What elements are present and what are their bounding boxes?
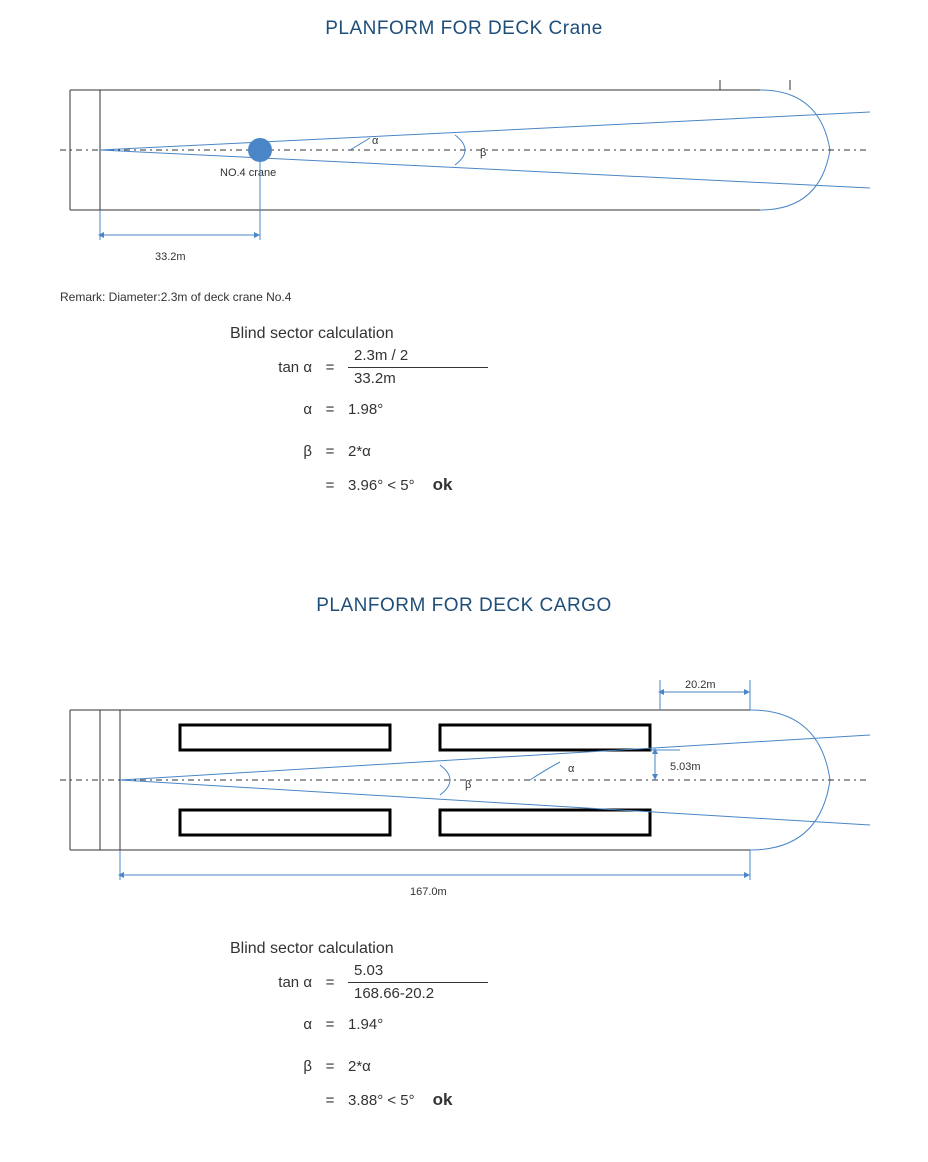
alpha-label-2: α (568, 763, 575, 775)
calc1-tan-lhs: tan α (230, 359, 320, 376)
dim-33-label: 33.2m (155, 251, 186, 263)
calc1-ok: ok (433, 475, 453, 495)
diagram-deck-cargo: α β 20.2m 5.03m 167.0m (60, 680, 870, 910)
diagram-deck-crane: α β NO.4 crane 33.2m (60, 80, 870, 280)
cargo-rect (440, 810, 650, 835)
section2-title: PLANFORM FOR DECK CARGO (0, 595, 928, 617)
section1-title: PLANFORM FOR DECK Crane (0, 18, 928, 40)
calc2-beta-eq2: 3.88° < 5° (348, 1092, 415, 1109)
remark-text: Remark: Diameter:2.3m of deck crane No.4 (60, 290, 291, 304)
calc2-alpha-lhs: α (230, 1016, 320, 1033)
calc2-frac-num: 5.03 (348, 961, 488, 983)
calc1-alpha-lhs: α (230, 401, 320, 418)
cargo-rect (180, 810, 390, 835)
calc2-frac-den: 168.66-20.2 (348, 983, 488, 1004)
calc2-beta-eq1: 2*α (340, 1058, 371, 1075)
beta-label-2: β (465, 779, 471, 791)
calc1-frac-num: 2.3m / 2 (348, 346, 488, 368)
calc1-title: Blind sector calculation (230, 325, 488, 343)
calc-block-1: Blind sector calculation tan α = 2.3m / … (230, 325, 488, 509)
calc1-beta-eq2: 3.96° < 5° (348, 477, 415, 494)
calc-block-2: Blind sector calculation tan α = 5.03 16… (230, 940, 488, 1124)
alpha-label-1: α (372, 135, 379, 147)
cargo-rect (440, 725, 650, 750)
calc2-beta-lhs: β (230, 1058, 320, 1075)
cargo-rect (180, 725, 390, 750)
beta-label-1: β (480, 147, 486, 159)
calc1-alpha-rhs: 1.98° (340, 401, 383, 418)
calc1-beta-lhs: β (230, 443, 320, 460)
calc2-ok: ok (433, 1090, 453, 1110)
dim-bottom-label: 167.0m (410, 886, 447, 898)
calc1-beta-eq1: 2*α (340, 443, 371, 460)
calc2-alpha-rhs: 1.94° (340, 1016, 383, 1033)
calc1-frac-den: 33.2m (348, 368, 488, 389)
crane-circle (248, 138, 272, 162)
calc2-title: Blind sector calculation (230, 940, 488, 958)
crane-id-label: NO.4 crane (220, 167, 276, 179)
dim-side-label: 5.03m (670, 761, 701, 773)
calc2-tan-lhs: tan α (230, 974, 320, 991)
dim-top-label: 20.2m (685, 680, 716, 691)
